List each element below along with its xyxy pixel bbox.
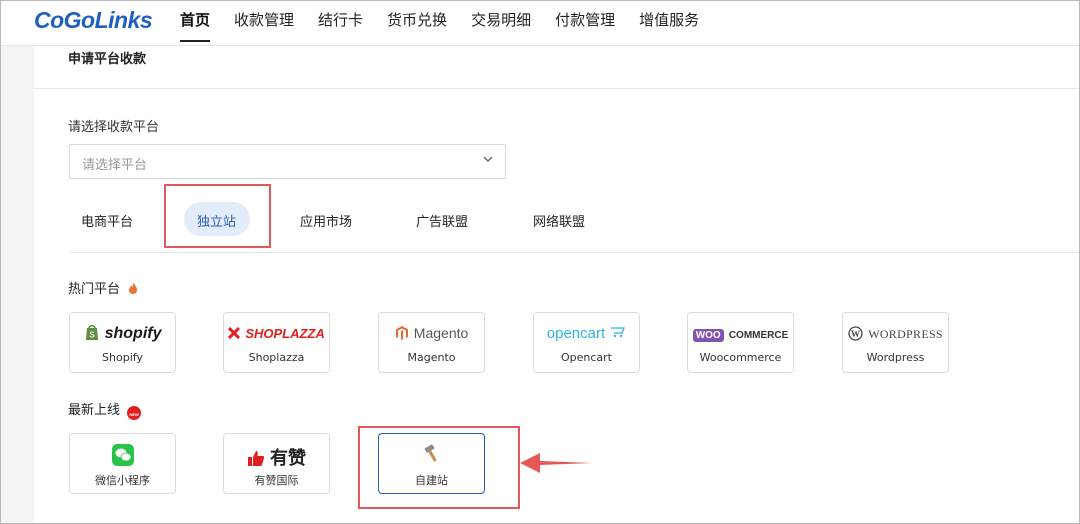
hot-platforms-label: 热门平台 [68,278,139,297]
woocommerce-logo-badge: WOO [692,329,724,342]
chevron-down-icon [483,156,493,162]
shopify-logo-text: shopify [104,325,162,342]
magento-icon [395,326,408,340]
platform-select-placeholder: 请选择平台 [82,158,148,173]
magento-logo-text: Magento [413,325,469,341]
svg-text:S: S [89,331,95,340]
nav-item-value-added[interactable]: 增值服务 [639,0,699,46]
platform-name: Magento [407,351,456,364]
nav-item-home[interactable]: 首页 [180,0,211,46]
annotation-arrow-icon [520,453,592,473]
new-badge: NEW [127,406,142,420]
tabs-divider [69,252,1080,253]
wechat-icon [111,444,134,466]
shopify-bag-icon: S [85,325,98,340]
tab-ad-alliance[interactable]: 广告联盟 [416,211,468,230]
platform-tile-youzan[interactable]: 有赞 有赞国际 [223,433,330,494]
nav-menu: 首页 收款管理 结行卡 货币兑换 交易明细 付款管理 增值服务 [180,0,723,46]
tab-network-alliance[interactable]: 网络联盟 [533,211,585,230]
highlight-box-tile [358,426,520,509]
fire-icon [129,282,138,294]
platform-tile-woocommerce[interactable]: WOO COMMERCE Woocommerce [687,312,794,373]
platform-name: Woocommerce [699,351,782,364]
nav-item-collection[interactable]: 收款管理 [234,0,294,46]
platform-tile-shopify[interactable]: S shopify Shopify [69,312,176,373]
tab-ecommerce[interactable]: 电商平台 [81,211,133,230]
platform-tile-magento[interactable]: Magento Magento [378,312,485,373]
platform-name: Opencart [560,351,612,364]
platform-name: Shopify [102,351,143,364]
wordpress-icon: W [848,326,863,341]
platform-field-label: 请选择收款平台 [68,120,160,135]
page-title: 申请平台收款 [68,52,147,67]
nav-item-currency-exchange[interactable]: 货币兑换 [387,0,447,46]
nav-item-payments[interactable]: 付款管理 [555,0,615,46]
platform-name: 微信小程序 [95,474,150,487]
woocommerce-logo-text: COMMERCE [728,330,789,341]
tab-app-market[interactable]: 应用市场 [300,211,352,230]
youzan-logo-text: 有赞 [270,448,307,469]
platform-name: 有赞国际 [254,474,299,487]
highlight-box-tab [164,184,271,248]
title-divider [34,88,1080,89]
wordpress-logo-text: WORDPRESS [868,327,943,341]
platform-tile-shoplazza[interactable]: SHOPLAZZA Shoplazza [223,312,330,373]
platform-name: Wordpress [866,351,925,364]
brand-logo[interactable]: CoGoLinks [34,7,153,34]
nav-item-settlement-card[interactable]: 结行卡 [318,0,363,46]
platform-select[interactable]: 请选择平台 [69,144,506,179]
platform-tile-wechat-miniprogram[interactable]: 微信小程序 [69,433,176,494]
top-nav: CoGoLinks 首页 收款管理 结行卡 货币兑换 交易明细 付款管理 增值服… [0,0,1080,46]
shoplazza-logo-text: SHOPLAZZA [245,326,325,341]
svg-text:W: W [851,329,860,339]
latest-platforms-label: 最新上线 NEW [68,399,142,420]
thumbs-up-icon [247,451,265,466]
opencart-logo-text: opencart [546,325,606,342]
nav-item-transactions[interactable]: 交易明细 [471,0,531,46]
opencart-cart-icon [611,327,626,338]
platform-name: Shoplazza [248,351,305,364]
shoplazza-icon [228,326,241,340]
platform-tile-opencart[interactable]: opencart Opencart [533,312,640,373]
platform-tile-wordpress[interactable]: W WORDPRESS Wordpress [842,312,949,373]
